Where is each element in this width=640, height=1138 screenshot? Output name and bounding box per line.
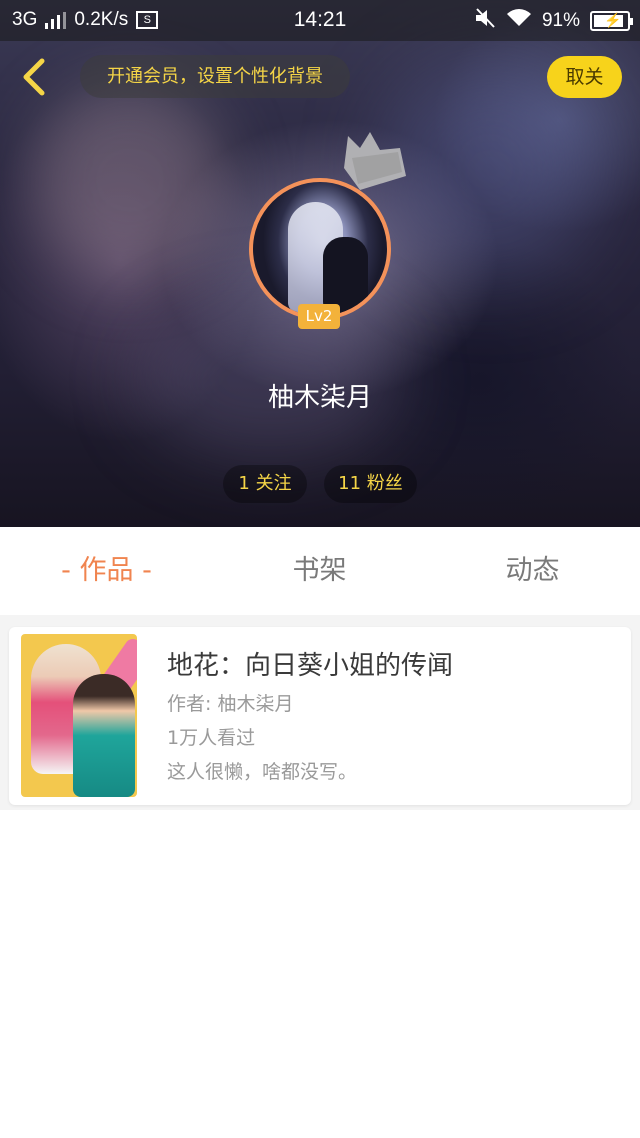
- username: 柚木柒月: [267, 383, 372, 413]
- book-cover[interactable]: [21, 634, 137, 797]
- followers-count[interactable]: 11 粉丝: [324, 465, 417, 503]
- level-badge: Lv2: [298, 304, 340, 329]
- background-blur: [30, 80, 230, 280]
- avatar[interactable]: [249, 178, 391, 320]
- tab-activity[interactable]: 动态: [426, 527, 639, 615]
- battery-icon: ⚡: [590, 11, 633, 31]
- unfollow-button[interactable]: 取关: [547, 56, 622, 98]
- work-title: 地花：向日葵小姐的传闻: [167, 651, 454, 681]
- work-description: 这人很懒，啥都没写。: [167, 761, 358, 783]
- back-button[interactable]: [16, 56, 56, 98]
- following-count[interactable]: 1 关注: [223, 465, 307, 503]
- tab-bookshelf[interactable]: 书架: [213, 527, 426, 615]
- mute-icon: [474, 8, 496, 34]
- vip-background-banner[interactable]: 开通会员，设置个性化背景: [80, 55, 350, 98]
- wifi-icon: [506, 8, 532, 34]
- work-author: 作者: 柚木柒月: [167, 693, 294, 715]
- tab-works[interactable]: - 作品 -: [0, 527, 213, 615]
- crown-icon: [344, 132, 406, 190]
- chevron-left-icon: [23, 58, 45, 96]
- work-card[interactable]: 地花：向日葵小姐的传闻 作者: 柚木柒月 1万人看过 这人很懒，啥都没写。: [9, 627, 631, 805]
- profile-tabs: - 作品 - 书架 动态: [0, 527, 640, 615]
- work-views: 1万人看过: [167, 727, 256, 749]
- battery-percent: 91%: [541, 10, 580, 31]
- status-bar: 3G 0.2K/s S 14:21 91% ⚡: [0, 0, 640, 41]
